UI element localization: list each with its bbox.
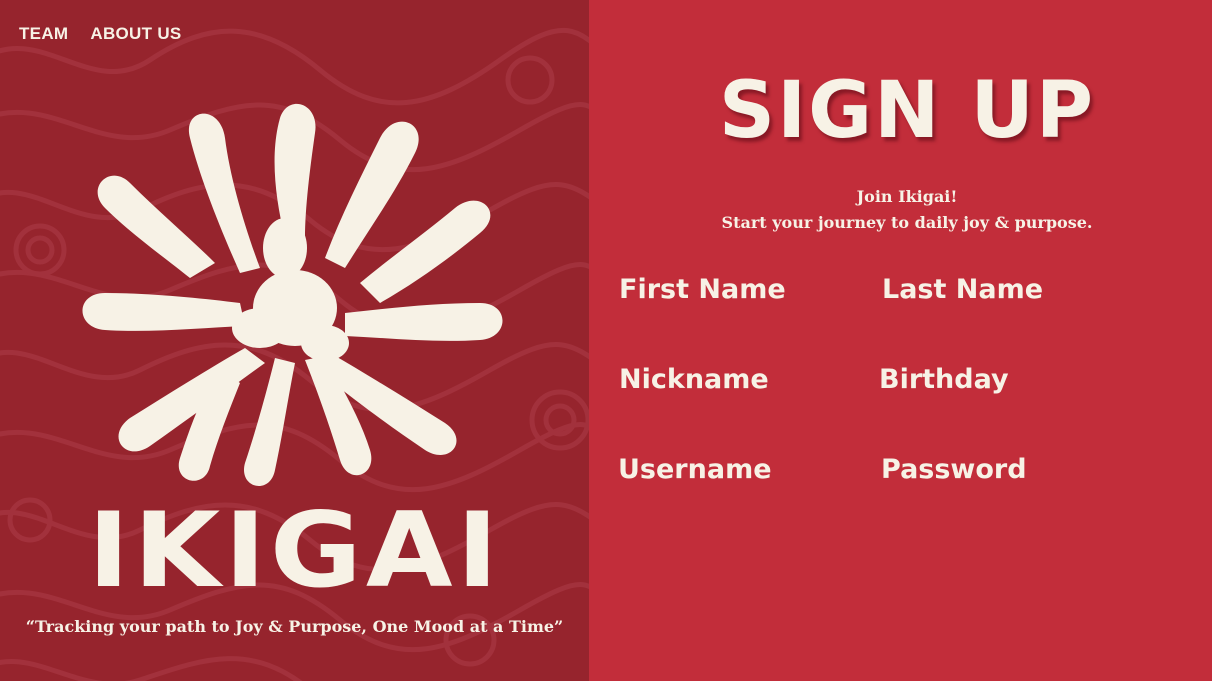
- password-field[interactable]: Password: [881, 454, 1027, 485]
- signup-page: TEAM ABOUT US IKIGAI “Tracking your path…: [0, 0, 1212, 681]
- nickname-field[interactable]: Nickname: [619, 364, 769, 395]
- ikigai-wordmark: IKIGAI: [87, 491, 503, 611]
- signup-subtitle-line1: Join Ikigai!: [856, 187, 958, 206]
- signup-subtitle: Join Ikigai! Start your journey to daily…: [589, 184, 1212, 236]
- ikigai-leaf-emblem-icon: [82, 103, 503, 487]
- nav-about-us-link[interactable]: ABOUT US: [90, 24, 181, 44]
- signup-title: SIGN UP: [718, 66, 1096, 156]
- brand-tagline: “Tracking your path to Joy & Purpose, On…: [25, 617, 564, 636]
- top-nav: TEAM ABOUT US: [19, 24, 182, 44]
- last-name-field[interactable]: Last Name: [882, 274, 1043, 305]
- brand-panel: TEAM ABOUT US IKIGAI “Tracking your path…: [0, 0, 589, 681]
- nav-team-link[interactable]: TEAM: [19, 24, 68, 44]
- birthday-field[interactable]: Birthday: [879, 364, 1009, 395]
- first-name-field[interactable]: First Name: [619, 274, 786, 305]
- signup-panel: SIGN UP Join Ikigai! Start your journey …: [589, 0, 1212, 681]
- signup-subtitle-line2: Start your journey to daily joy & purpos…: [721, 213, 1093, 232]
- username-field[interactable]: Username: [618, 454, 772, 485]
